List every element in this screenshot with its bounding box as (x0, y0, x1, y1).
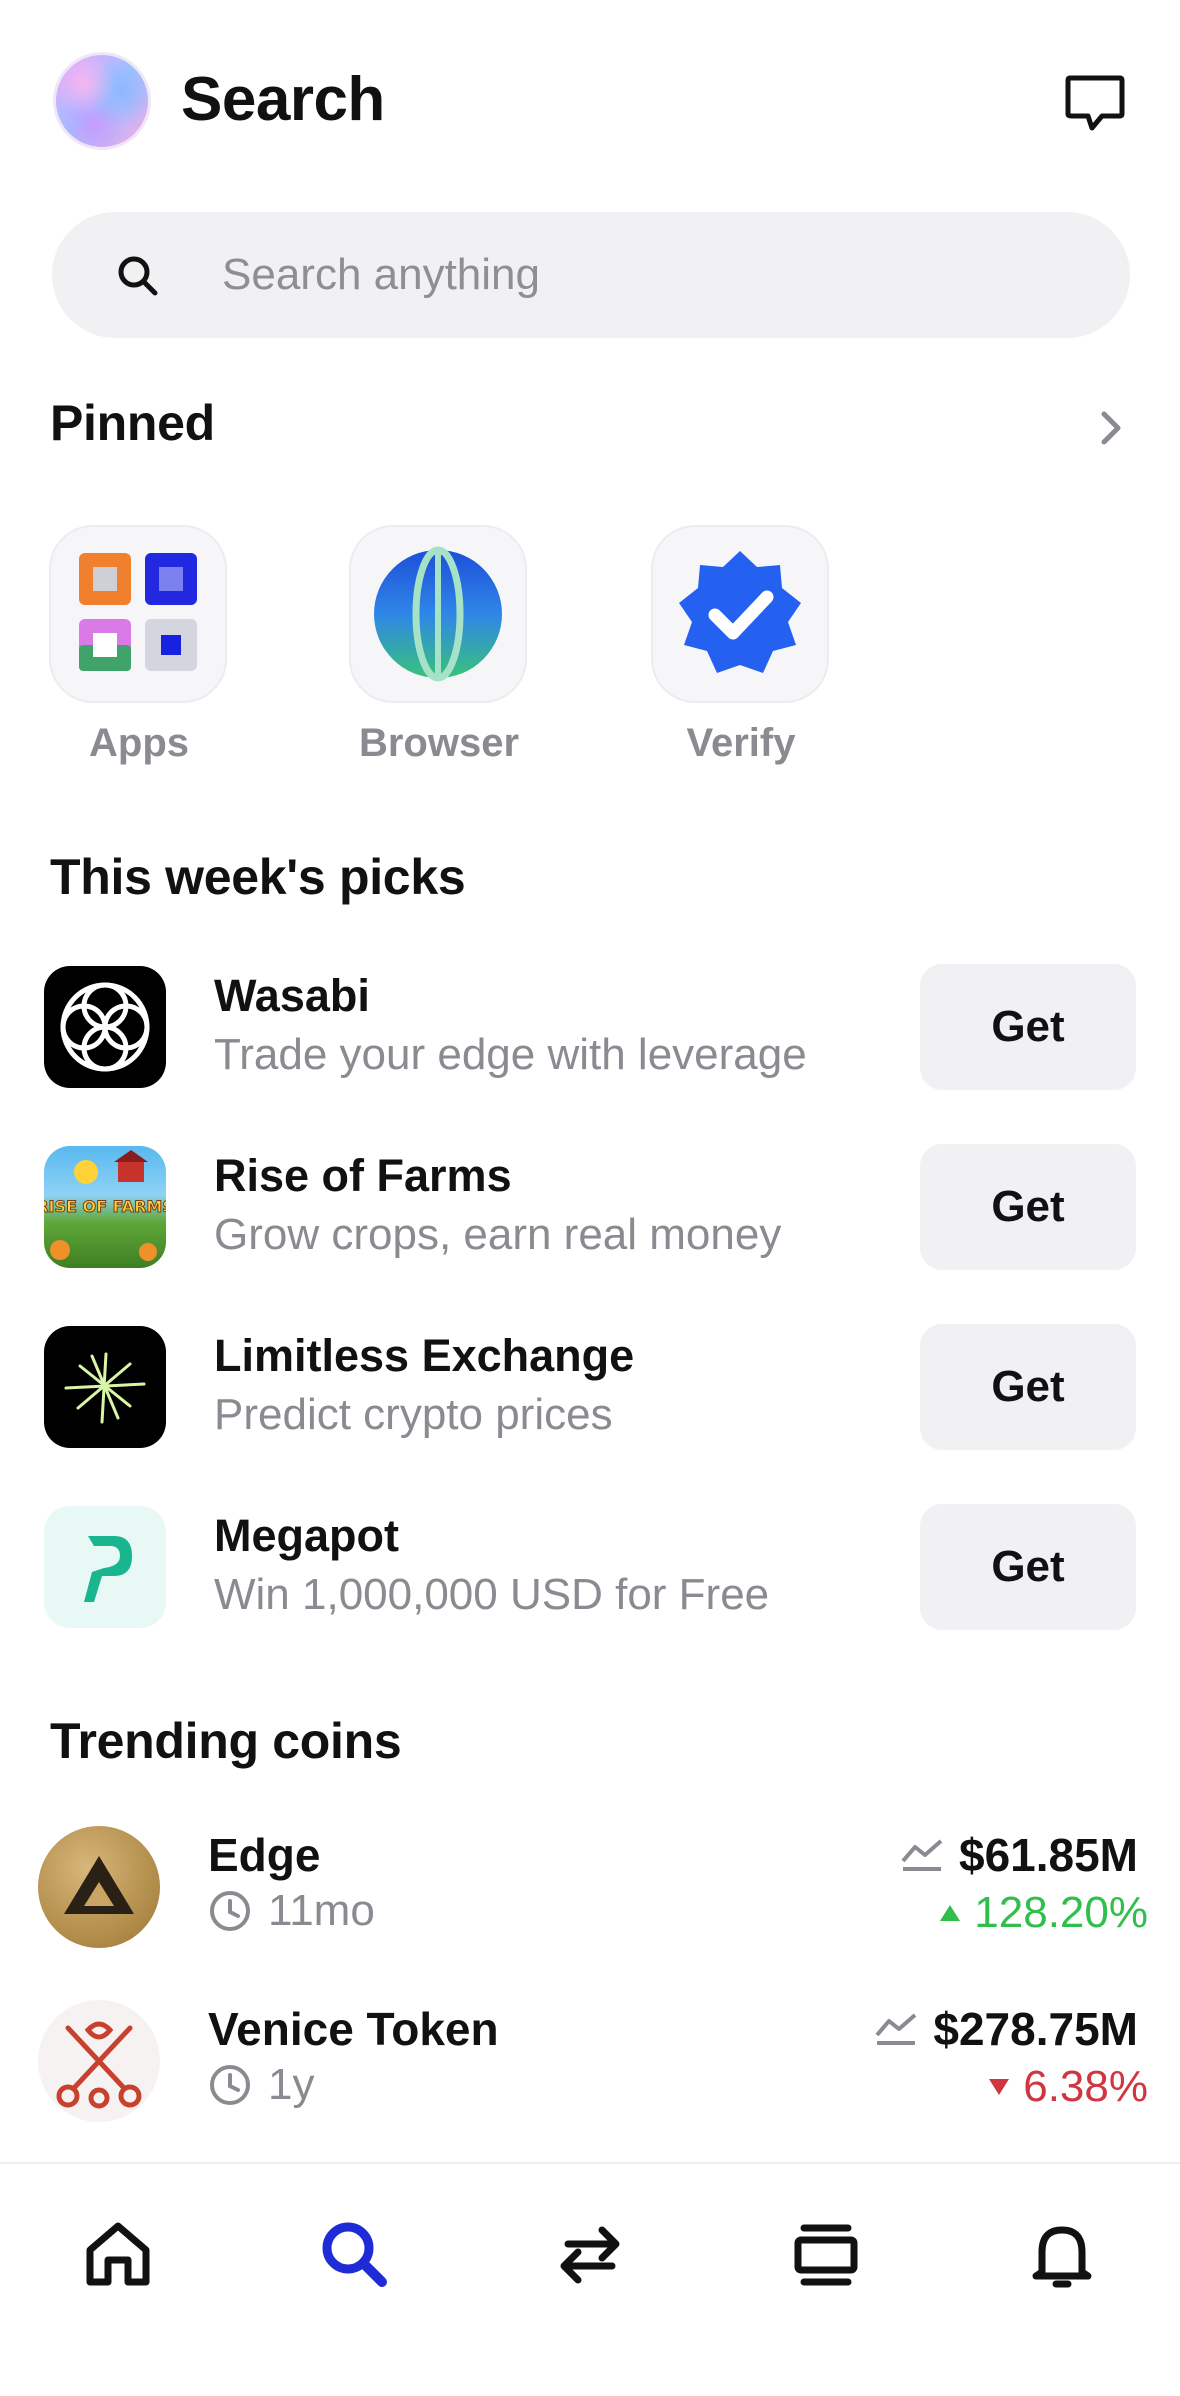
get-button[interactable]: Get (920, 1504, 1136, 1630)
wasabi-logo (44, 966, 166, 1088)
market-cap-value: $278.75M (933, 2003, 1138, 2055)
search-icon[interactable] (314, 2214, 394, 2294)
browser-tile (349, 525, 527, 703)
wasabi-swirl-icon (60, 982, 150, 1072)
coin-age-text: 11mo (268, 1886, 375, 1935)
pinned-item-label: Apps (89, 721, 189, 765)
pinned-item-verify[interactable]: Verify (651, 525, 831, 766)
coin-change: 128.20% (938, 1888, 1148, 1938)
coin-row[interactable]: Venice Token 1y $278.75M 6.38% (38, 2000, 1148, 2124)
coin-row[interactable]: Edge 11mo $61.85M 128.20% (38, 1826, 1148, 1950)
triangle-down-icon (989, 2079, 1010, 2095)
spark-icon (64, 1352, 146, 1424)
app-description: Grow crops, earn real money (214, 1210, 782, 1259)
coin-market-cap: $61.85M (899, 1828, 1138, 1882)
pinned-item-label: Verify (686, 721, 796, 765)
farm-illustration-icon: RISE OF FARMS (44, 1150, 166, 1261)
coin-name: Venice Token (208, 2003, 499, 2055)
list-item[interactable]: Limitless Exchange Predict crypto prices… (44, 1324, 1136, 1450)
get-button[interactable]: Get (920, 1324, 1136, 1450)
picks-section-title: This week's picks (50, 849, 466, 905)
venice-coin-logo (38, 2000, 160, 2122)
app-description: Win 1,000,000 USD for Free (214, 1570, 770, 1619)
clock-icon (210, 1891, 250, 1931)
page-title: Search (181, 65, 385, 134)
search-input[interactable] (222, 234, 1082, 316)
pinned-section-title: Pinned (50, 395, 215, 451)
home-icon[interactable] (78, 2214, 158, 2294)
triangle-up-icon (940, 1905, 961, 1921)
app-description: Trade your edge with leverage (214, 1030, 807, 1079)
market-cap-value: $61.85M (958, 1829, 1138, 1881)
pinned-item-label: Browser (358, 721, 520, 765)
coin-name: Edge (208, 1829, 321, 1881)
search-icon (118, 256, 158, 296)
swap-icon[interactable] (550, 2214, 630, 2294)
get-button[interactable]: Get (920, 964, 1136, 1090)
triangle-icon (64, 1856, 134, 1914)
coin-market-cap: $278.75M (873, 2002, 1138, 2056)
app-name: Megapot (214, 1510, 399, 1561)
megapot-logo (44, 1506, 166, 1628)
app-name: Rise of Farms (214, 1150, 512, 1201)
search-bar[interactable] (52, 212, 1130, 338)
chat-bubble-icon[interactable] (1062, 70, 1128, 136)
farm-logo-text: RISE OF FARMS (44, 1197, 166, 1216)
change-value: 6.38% (1023, 2062, 1148, 2111)
apps-grid-icon (79, 553, 197, 671)
coin-age: 11mo (208, 1886, 375, 1936)
app-name: Wasabi (214, 970, 370, 1021)
megapot-p-icon (84, 1536, 132, 1602)
pinned-item-apps[interactable]: Apps (49, 525, 229, 766)
change-value: 128.20% (974, 1888, 1148, 1937)
header: Search (0, 0, 1180, 200)
chart-line-icon (875, 2013, 917, 2045)
get-button[interactable]: Get (920, 1144, 1136, 1270)
limitless-logo (44, 1326, 166, 1448)
rise-of-farms-logo: RISE OF FARMS (44, 1146, 166, 1268)
crossed-keys-icon (56, 2021, 142, 2109)
list-item[interactable]: RISE OF FARMS Rise of Farms Grow crops, … (44, 1144, 1136, 1270)
apps-tile (49, 525, 227, 703)
chart-line-icon (901, 1839, 943, 1871)
app-name: Limitless Exchange (214, 1330, 635, 1381)
coin-change: 6.38% (987, 2062, 1148, 2112)
clock-icon (210, 2065, 250, 2105)
list-item[interactable]: Wasabi Trade your edge with leverage Get (44, 964, 1136, 1090)
pinned-item-browser[interactable]: Browser (349, 525, 529, 766)
trending-section-title: Trending coins (50, 1713, 402, 1769)
verify-tile (651, 525, 829, 703)
verified-badge-icon (679, 551, 801, 673)
list-item[interactable]: Megapot Win 1,000,000 USD for Free Get (44, 1504, 1136, 1630)
edge-coin-logo (38, 1826, 160, 1948)
coin-age-text: 1y (268, 2060, 315, 2109)
globe-icon (374, 546, 502, 682)
bell-icon[interactable] (1022, 2214, 1102, 2294)
bottom-tab-bar (0, 2162, 1180, 2396)
profile-avatar[interactable] (53, 52, 151, 150)
cards-icon[interactable] (786, 2214, 866, 2294)
coin-age: 1y (208, 2060, 314, 2110)
app-description: Predict crypto prices (214, 1390, 613, 1439)
chevron-right-icon[interactable] (1094, 406, 1128, 450)
